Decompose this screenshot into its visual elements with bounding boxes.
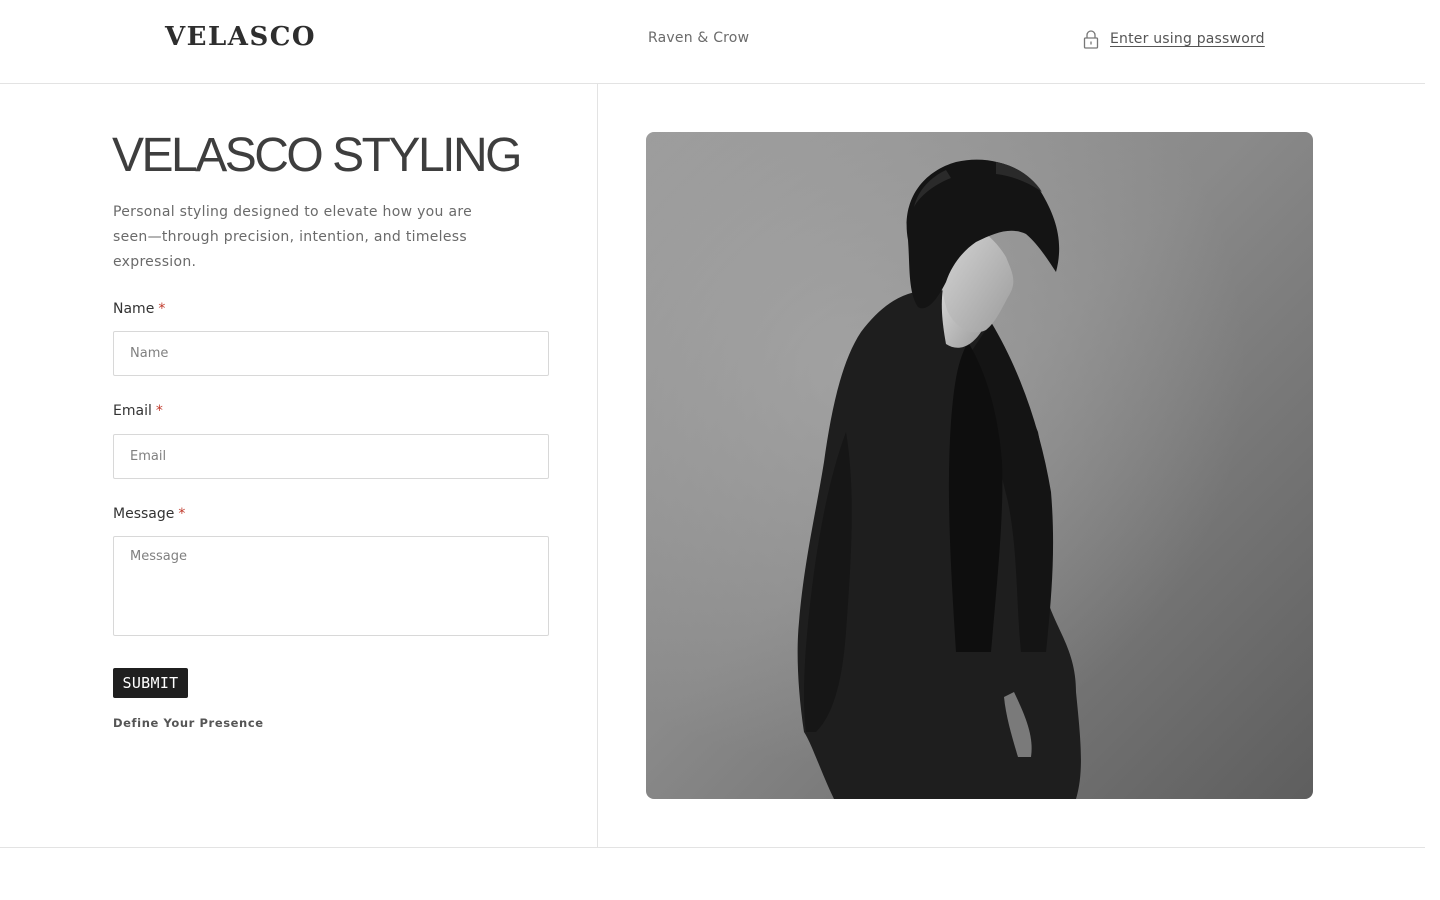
main-section: VELASCO STYLING Personal styling designe…: [0, 84, 1425, 848]
message-label-text: Message: [113, 506, 175, 522]
email-label: Email *: [113, 403, 163, 419]
password-link-label[interactable]: Enter using password: [1110, 31, 1265, 47]
name-label: Name *: [113, 301, 165, 317]
column-divider: [597, 84, 598, 847]
required-mark: *: [158, 301, 166, 317]
enter-password-link[interactable]: Enter using password: [1082, 29, 1265, 49]
message-textarea[interactable]: [113, 536, 549, 636]
email-input[interactable]: [113, 434, 549, 479]
email-label-text: Email: [113, 403, 152, 419]
page-description: Personal styling designed to elevate how…: [113, 204, 473, 270]
lock-icon: [1082, 29, 1100, 49]
submit-button[interactable]: SUBMIT: [113, 668, 188, 698]
logo[interactable]: VELASCO: [165, 22, 316, 52]
required-mark: *: [155, 403, 163, 419]
form-tagline: Define Your Presence: [113, 716, 264, 730]
message-label: Message *: [113, 506, 185, 522]
model-portrait-image: [646, 132, 1313, 799]
name-label-text: Name: [113, 301, 155, 317]
hero-photo: [646, 132, 1313, 799]
required-mark: *: [178, 506, 186, 522]
site-header: VELASCO Raven & Crow Enter using passwor…: [0, 0, 1425, 84]
store-name: Raven & Crow: [648, 30, 750, 46]
page-title: VELASCO STYLING: [112, 129, 522, 182]
name-input[interactable]: [113, 331, 549, 376]
